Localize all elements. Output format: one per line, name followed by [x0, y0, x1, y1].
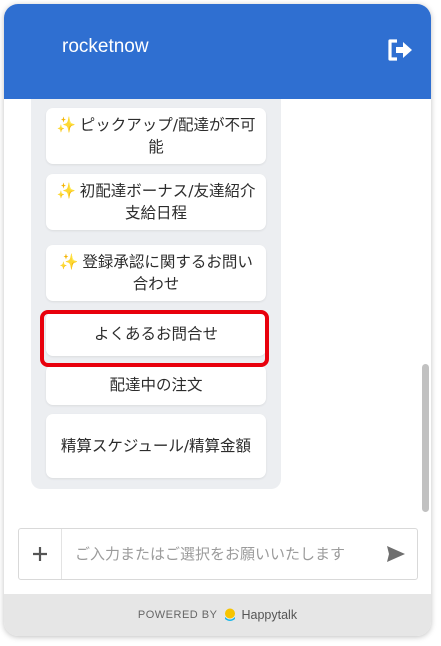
chat-area: ✨ ピックアップ/配達が不可能 ✨ 初配達ボーナス/友達紹介支給日程 ✨ 登録承認に関…	[4, 99, 431, 517]
message-input[interactable]	[75, 543, 375, 565]
sparkle-icon: ✨	[59, 253, 79, 271]
menu-item-label: 配達中の注文	[109, 376, 203, 394]
happytalk-brand: Happytalk	[241, 608, 298, 622]
message-composer	[18, 528, 418, 580]
logout-icon	[388, 39, 412, 61]
menu-item-orders-in-delivery[interactable]: 配達中の注文	[46, 365, 266, 405]
menu-item-first-delivery-bonus[interactable]: ✨ 初配達ボーナス/友達紹介支給日程	[46, 174, 266, 230]
logout-button[interactable]	[386, 37, 414, 63]
sparkle-icon: ✨	[56, 182, 76, 200]
chat-title: rocketnow	[62, 36, 149, 57]
menu-item-settlement-schedule[interactable]: 精算スケジュール/精算金額	[46, 414, 266, 478]
send-button[interactable]	[385, 543, 407, 565]
menu-item-label: 登録承認に関するお問い合わせ	[82, 253, 253, 293]
menu-item-pickup-delivery[interactable]: ✨ ピックアップ/配達が不可能	[46, 108, 266, 164]
footer: POWERED BY Happytalk	[4, 594, 431, 636]
menu-item-registration-inquiry[interactable]: ✨ 登録承認に関するお問い合わせ	[46, 245, 266, 301]
chat-scrollbar[interactable]	[422, 364, 429, 512]
happytalk-logo-icon	[225, 608, 236, 621]
plus-icon	[33, 547, 47, 561]
chat-widget: rocketnow ✨ ピックアップ/配達が不可能 ✨ 初配達ボーナス/友達紹介支給…	[4, 4, 431, 636]
attach-button[interactable]	[19, 529, 62, 579]
chat-header: rocketnow	[4, 4, 431, 99]
menu-item-faq[interactable]: よくあるお問合せ	[46, 312, 266, 356]
menu-item-label: 初配達ボーナス/友達紹介支給日程	[79, 182, 256, 222]
powered-by-label: POWERED BY	[137, 609, 218, 621]
send-icon	[387, 546, 405, 562]
menu-item-label: 精算スケジュール/精算金額	[60, 437, 252, 455]
menu-item-label: ピックアップ/配達が不可能	[79, 116, 256, 156]
sparkle-icon: ✨	[56, 116, 76, 134]
menu-item-label: よくあるお問合せ	[93, 325, 218, 343]
